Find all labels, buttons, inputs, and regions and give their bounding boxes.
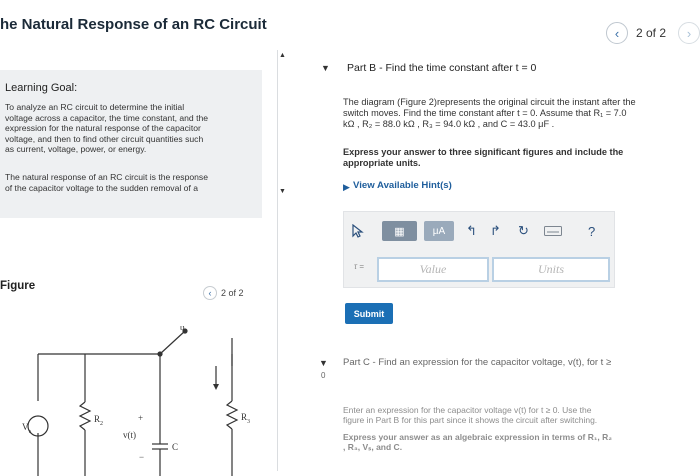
- next-button[interactable]: ›: [678, 22, 700, 44]
- templates-icon: ▦: [394, 225, 405, 238]
- hints-expand-icon[interactable]: ▶: [343, 182, 350, 193]
- scroll-down-icon[interactable]: ▼: [279, 188, 286, 195]
- terminal-b-label: b: [180, 326, 185, 332]
- scroll-up-icon[interactable]: ▲: [279, 52, 286, 59]
- svg-text:2: 2: [100, 421, 103, 427]
- reset-icon[interactable]: ↻: [518, 221, 529, 241]
- units-input[interactable]: Units: [492, 257, 610, 282]
- previous-button[interactable]: ‹: [606, 22, 628, 44]
- learning-goal-heading: Learning Goal:: [5, 82, 78, 94]
- help-button[interactable]: ?: [588, 221, 595, 241]
- plus-sign: +: [138, 413, 143, 423]
- submit-button[interactable]: Submit: [345, 303, 393, 324]
- collapse-part-b-icon[interactable]: ▼: [321, 63, 330, 73]
- header: he Natural Response of an RC Circuit ‹ 2…: [0, 0, 700, 58]
- source-label: V: [22, 422, 29, 432]
- panel-divider[interactable]: [277, 50, 278, 471]
- collapse-part-c-icon[interactable]: ▼: [319, 358, 328, 368]
- figure-page-counter: 2 of 2: [221, 288, 244, 298]
- learning-goal-paragraph-2: The natural response of an RC circuit is…: [5, 172, 209, 193]
- part-c-title: Part C - Find an expression for the capa…: [343, 357, 612, 368]
- chevron-right-icon: ›: [686, 25, 692, 41]
- page-title: he Natural Response of an RC Circuit: [0, 16, 267, 33]
- tau-label: τ =: [354, 262, 364, 271]
- cursor-icon[interactable]: [352, 221, 364, 241]
- figure-heading: Figure: [0, 280, 36, 292]
- value-input[interactable]: Value: [377, 257, 489, 282]
- units-button[interactable]: μA: [424, 221, 454, 241]
- keyboard-icon[interactable]: [542, 221, 564, 241]
- part-c-count: 0: [321, 371, 326, 380]
- capacitor-voltage-label: v(t): [123, 430, 136, 440]
- templates-button[interactable]: ▦: [382, 221, 417, 241]
- learning-goal-box[interactable]: Learning Goal: To analyze an RC circuit …: [0, 70, 262, 218]
- redo-icon[interactable]: ↱: [490, 221, 501, 241]
- answer-toolbar-area: ▦ μA ↰ ↱ ↻ ? τ = Value Units: [343, 211, 615, 288]
- undo-icon[interactable]: ↰: [466, 221, 477, 241]
- svg-text:3: 3: [247, 419, 250, 425]
- circuit-diagram: b V s R 2 v(t) C R 3 + −: [22, 326, 250, 476]
- learning-goal-paragraph: To analyze an RC circuit to determine th…: [5, 102, 209, 154]
- part-c-instruction: Express your answer as an algebraic expr…: [343, 432, 613, 452]
- figure-prev-button[interactable]: ‹: [203, 286, 217, 300]
- figure-pager: ‹ 2 of 2: [203, 284, 255, 302]
- chevron-left-icon: ‹: [614, 25, 620, 41]
- part-b-title: Part B - Find the time constant after t …: [347, 62, 537, 74]
- view-hints-link[interactable]: View Available Hint(s): [353, 180, 452, 191]
- page-counter: 2 of 2: [636, 26, 667, 40]
- part-c-prompt: Enter an expression for the capacitor vo…: [343, 405, 598, 425]
- chevron-left-icon: ‹: [208, 288, 212, 298]
- left-panel: Learning Goal: To analyze an RC circuit …: [0, 58, 272, 476]
- capacitor-label: C: [172, 442, 178, 452]
- part-b-prompt: The diagram (Figure 2)represents the ori…: [343, 97, 636, 129]
- minus-sign: −: [139, 452, 144, 462]
- part-b-instruction: Express your answer to three significant…: [343, 147, 624, 168]
